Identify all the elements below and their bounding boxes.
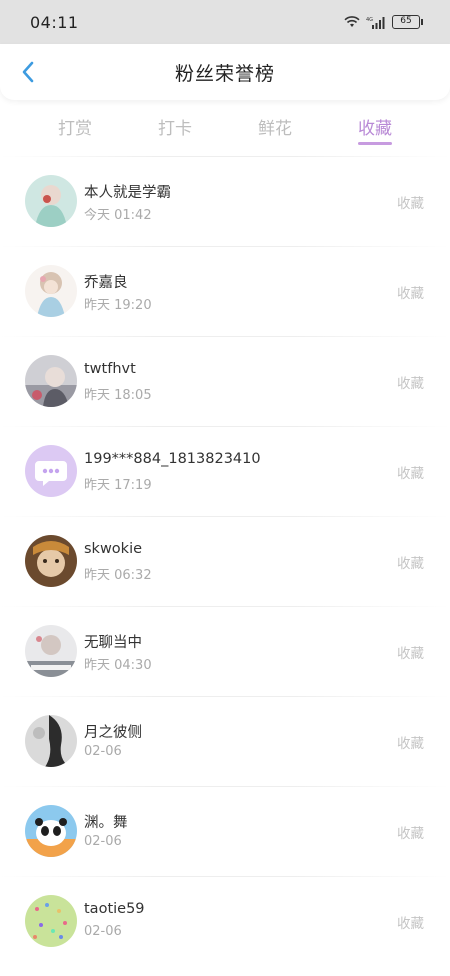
divider bbox=[0, 876, 450, 877]
list-item[interactable]: skwokie 昨天 06:32 收藏 bbox=[0, 516, 450, 606]
divider bbox=[0, 246, 450, 247]
favorite-label: 收藏 bbox=[397, 376, 424, 392]
divider bbox=[0, 606, 450, 607]
nav-bar: 粉丝荣誉榜 bbox=[0, 44, 450, 100]
fan-name: 无聊当中 bbox=[84, 635, 142, 651]
fan-time: 昨天 18:05 bbox=[84, 388, 152, 403]
tab-checkin[interactable]: 打卡 bbox=[145, 114, 205, 139]
status-bar: 04:11 4G 65 bbox=[0, 0, 450, 44]
fan-name: skwokie bbox=[84, 541, 143, 557]
favorite-label: 收藏 bbox=[397, 556, 424, 572]
cellular-signal-icon: 4G bbox=[366, 16, 385, 29]
favorite-label: 收藏 bbox=[397, 646, 424, 662]
fan-time: 今天 01:42 bbox=[84, 208, 152, 223]
avatar bbox=[25, 715, 77, 767]
fan-name: twtfhvt bbox=[84, 361, 136, 377]
fan-time: 昨天 17:19 bbox=[84, 478, 152, 493]
avatar bbox=[25, 535, 77, 587]
list-item[interactable]: 无聊当中 昨天 04:30 收藏 bbox=[0, 606, 450, 696]
list-item[interactable]: 本人就是学霸 今天 01:42 收藏 bbox=[0, 156, 450, 246]
fan-time: 02-06 bbox=[84, 834, 122, 849]
battery-icon: 65 bbox=[392, 15, 423, 29]
fan-time: 昨天 06:32 bbox=[84, 568, 152, 583]
favorite-label: 收藏 bbox=[397, 736, 424, 752]
favorite-label: 收藏 bbox=[397, 196, 424, 212]
fan-name: 月之彼侧 bbox=[84, 725, 142, 741]
wifi-icon bbox=[344, 16, 360, 27]
list-item[interactable]: 乔嘉良 昨天 19:20 收藏 bbox=[0, 246, 450, 336]
fan-time: 02-06 bbox=[84, 744, 122, 759]
status-icons: 4G 65 bbox=[344, 15, 423, 29]
avatar bbox=[25, 895, 77, 947]
list-item[interactable]: twtfhvt 昨天 18:05 收藏 bbox=[0, 336, 450, 426]
divider bbox=[0, 336, 450, 337]
divider bbox=[0, 516, 450, 517]
fan-name: 199***884_1813823410 bbox=[84, 451, 261, 467]
fan-list: 本人就是学霸 今天 01:42 收藏 乔嘉良 昨天 19:20 收藏 twtfh… bbox=[0, 156, 450, 966]
divider bbox=[0, 426, 450, 427]
fan-time: 昨天 04:30 bbox=[84, 658, 152, 673]
fan-time: 昨天 19:20 bbox=[84, 298, 152, 313]
divider bbox=[0, 696, 450, 697]
avatar bbox=[25, 445, 77, 497]
fan-time: 02-06 bbox=[84, 924, 122, 939]
tab-tips[interactable]: 打赏 bbox=[45, 114, 105, 139]
favorite-label: 收藏 bbox=[397, 286, 424, 302]
avatar bbox=[25, 265, 77, 317]
active-tab-indicator bbox=[358, 142, 392, 145]
list-item[interactable]: 199***884_1813823410 昨天 17:19 收藏 bbox=[0, 426, 450, 516]
fan-name: 渊。舞 bbox=[84, 815, 128, 831]
tab-favorites[interactable]: 收藏 bbox=[345, 114, 405, 139]
fan-name: 乔嘉良 bbox=[84, 275, 128, 291]
avatar bbox=[25, 805, 77, 857]
favorite-label: 收藏 bbox=[397, 916, 424, 932]
favorite-label: 收藏 bbox=[397, 466, 424, 482]
divider bbox=[0, 156, 450, 157]
avatar bbox=[25, 625, 77, 677]
favorite-label: 收藏 bbox=[397, 826, 424, 842]
network-type-label: 4G bbox=[366, 17, 373, 23]
fan-name: 本人就是学霸 bbox=[84, 185, 171, 201]
list-item[interactable]: 渊。舞 02-06 收藏 bbox=[0, 786, 450, 876]
tab-flowers[interactable]: 鲜花 bbox=[245, 114, 305, 139]
page-title: 粉丝荣誉榜 bbox=[174, 62, 275, 85]
chevron-left-icon bbox=[22, 61, 34, 83]
avatar bbox=[25, 355, 77, 407]
divider bbox=[0, 786, 450, 787]
fan-name: taotie59 bbox=[84, 901, 145, 917]
list-item[interactable]: taotie59 02-06 收藏 bbox=[0, 876, 450, 966]
avatar bbox=[25, 175, 77, 227]
list-item[interactable]: 月之彼侧 02-06 收藏 bbox=[0, 696, 450, 786]
status-time: 04:11 bbox=[30, 12, 79, 32]
back-button[interactable] bbox=[10, 54, 46, 90]
